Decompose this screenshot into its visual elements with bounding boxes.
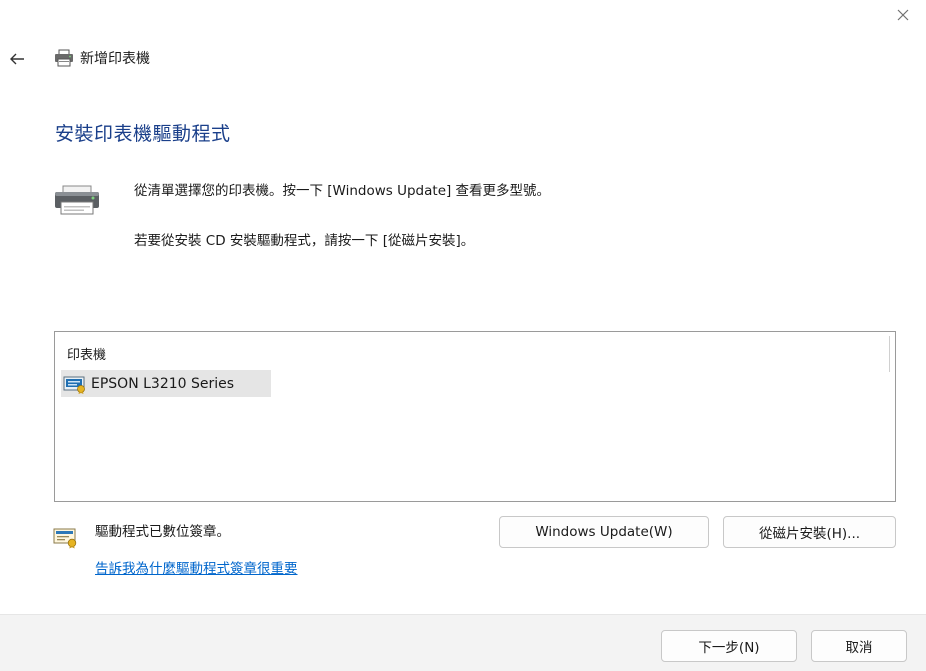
window-title-text: 新增印表機: [80, 51, 150, 67]
certificate-icon: [53, 527, 79, 553]
list-scrollbar-divider: [889, 336, 890, 372]
have-disk-button[interactable]: 從磁片安裝(H)...: [723, 516, 896, 548]
signature-info-link[interactable]: 告訴我為什麼驅動程式簽章很重要: [95, 557, 298, 577]
back-button[interactable]: [4, 46, 30, 72]
column-header-printer: 印表機: [67, 348, 107, 363]
close-button[interactable]: [888, 2, 918, 28]
printer-large-icon: [53, 184, 101, 220]
next-button[interactable]: 下一步(N): [661, 630, 797, 662]
printer-icon: [55, 49, 73, 67]
list-item[interactable]: EPSON L3210 Series: [61, 370, 271, 397]
page-heading: 安裝印表機驅動程式: [55, 123, 231, 145]
windows-update-button[interactable]: Windows Update(W): [499, 516, 709, 548]
signature-status: 驅動程式已數位簽章。: [95, 524, 230, 540]
instruction-text: 從清單選擇您的印表機。按一下 [Windows Update] 查看更多型號。: [134, 183, 551, 199]
certificate-printer-icon: [63, 376, 85, 394]
cancel-button[interactable]: 取消: [811, 630, 907, 662]
list-item-label: EPSON L3210 Series: [91, 375, 235, 392]
back-arrow-icon: [10, 53, 24, 65]
instruction-text-cd: 若要從安裝 CD 安裝驅動程式，請按一下 [從磁片安裝]。: [134, 233, 475, 249]
printer-listbox[interactable]: 印表機 EPSON L3210 Series: [54, 331, 896, 502]
window-title: 新增印表機: [54, 48, 150, 68]
close-icon: [897, 9, 909, 21]
